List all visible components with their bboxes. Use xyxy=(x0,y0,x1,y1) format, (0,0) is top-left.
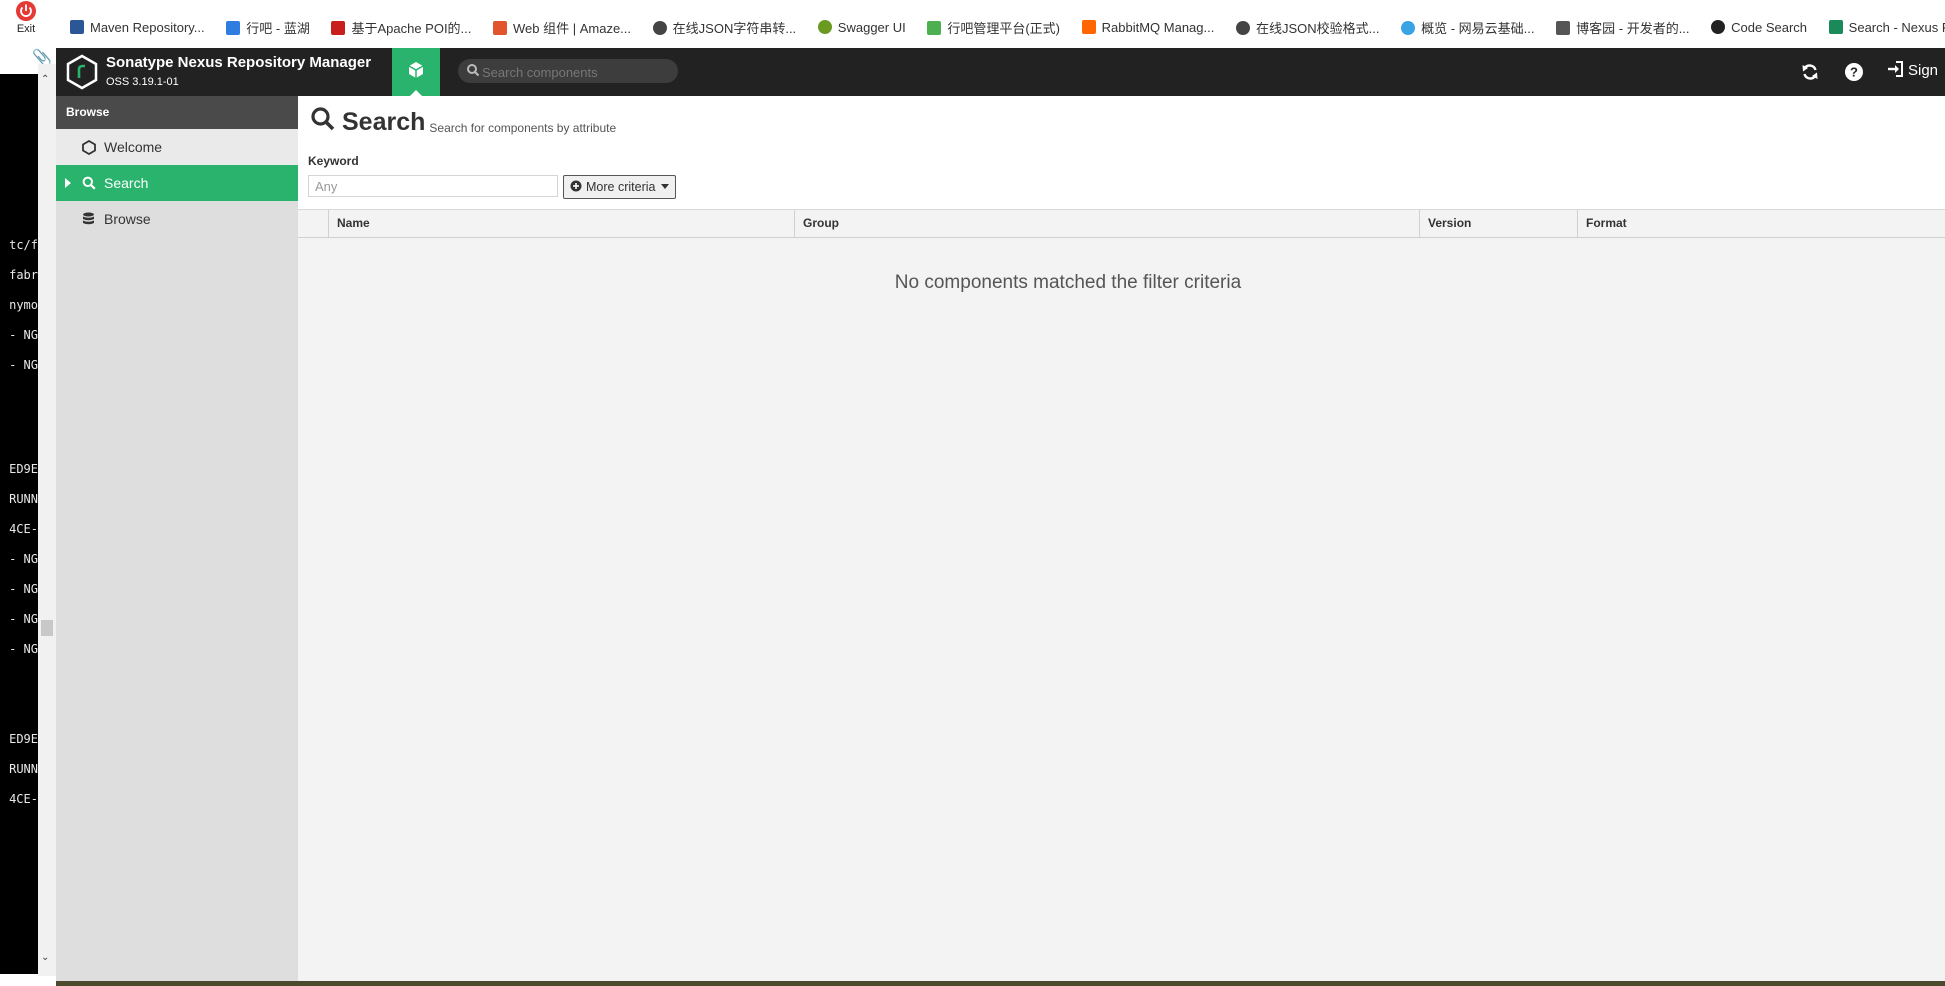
power-icon xyxy=(16,1,36,21)
bookmarks-bar: Maven Repository... 行吧 - 蓝湖 基于Apache POI… xyxy=(56,0,1945,49)
cloud-icon xyxy=(1401,21,1416,35)
bookmark-item[interactable]: Search - Nexus R... xyxy=(1828,20,1945,35)
nexus-icon xyxy=(1828,20,1843,34)
bookmark-item[interactable]: 博客园 - 开发者的... xyxy=(1556,18,1690,37)
scrollbar-thumb[interactable] xyxy=(41,620,53,636)
results-table-header: Name Group Version Format xyxy=(298,209,1945,238)
bookmark-item[interactable]: 行吧 - 蓝湖 xyxy=(226,18,310,37)
terminal-line: RUNN xyxy=(9,492,38,506)
keyword-label: Keyword xyxy=(308,154,359,168)
terminal-line: -4CE xyxy=(9,792,38,806)
csdn-icon xyxy=(331,21,346,35)
hexagon-icon xyxy=(82,140,96,155)
chevron-down-icon xyxy=(661,184,670,189)
terminal-line: NG - xyxy=(9,552,38,566)
terminal-scrollbar[interactable]: ⌃ ⌄ xyxy=(38,64,56,976)
terminal-line: NG - xyxy=(9,612,38,626)
left-app-strip: Exit 📎 tc/f fabr nymo NG - NG - ED9E RUN… xyxy=(0,0,56,986)
sign-in-label: Sign xyxy=(1908,62,1939,79)
exit-button[interactable]: Exit xyxy=(4,0,48,42)
keyword-input[interactable] xyxy=(308,175,558,197)
nexus-logo-icon[interactable] xyxy=(66,54,98,90)
app-header: Sonatype Nexus Repository Manager OSS 3.… xyxy=(56,48,1945,96)
bookmark-item[interactable]: 在线JSON字符串转... xyxy=(652,18,796,37)
sidebar-item-label: Search xyxy=(104,175,149,191)
amaze-icon xyxy=(493,21,508,35)
column-header-version[interactable]: Version xyxy=(1419,210,1577,237)
lanhu-icon xyxy=(226,21,241,35)
bookmark-item[interactable]: Web 组件 | Amaze... xyxy=(493,18,631,37)
bookmark-item[interactable]: 基于Apache POI的... xyxy=(331,18,471,37)
scroll-up-icon[interactable]: ⌃ xyxy=(41,74,49,85)
terminal-line: NG - xyxy=(9,582,38,596)
search-icon xyxy=(82,176,96,190)
bookmark-item[interactable]: Code Search xyxy=(1711,20,1807,35)
bookmark-item[interactable]: Maven Repository... xyxy=(70,20,205,35)
search-icon xyxy=(311,107,335,131)
terminal-line: ED9E xyxy=(9,462,38,476)
sidebar: Browse Welcome Search Browse xyxy=(56,96,298,986)
app-title: Sonatype Nexus Repository Manager xyxy=(106,54,372,71)
empty-results-message: No components matched the filter criteri… xyxy=(894,272,1242,293)
exit-label: Exit xyxy=(16,23,36,35)
admin-icon xyxy=(927,21,942,35)
search-icon xyxy=(467,64,480,77)
expand-triangle-icon[interactable] xyxy=(65,178,71,188)
terminal-panel: tc/f fabr nymo NG - NG - ED9E RUNN -4CE … xyxy=(0,74,38,974)
rabbitmq-icon xyxy=(1081,20,1096,34)
svg-text:?: ? xyxy=(1850,65,1858,80)
main-panel: Search Search for components by attribute… xyxy=(298,96,1945,986)
more-criteria-button[interactable]: More criteria xyxy=(563,175,677,199)
browse-mode-button[interactable] xyxy=(392,48,440,96)
search-input[interactable] xyxy=(480,62,674,82)
github-icon xyxy=(1711,20,1726,34)
sidebar-item-label: Browse xyxy=(104,211,151,227)
page-title-area: Search Search for components by attribute xyxy=(310,106,616,137)
terminal-line: RUNN xyxy=(9,762,38,776)
sidebar-item-browse[interactable]: Browse xyxy=(56,201,298,237)
bottom-edge xyxy=(56,981,1945,986)
column-header-format[interactable]: Format xyxy=(1577,210,1647,237)
terminal-line: fabr xyxy=(9,268,38,282)
bookmarks-row: Maven Repository... 行吧 - 蓝湖 基于Apache POI… xyxy=(70,18,1945,37)
terminal-line: NG - xyxy=(9,328,38,342)
scroll-down-icon[interactable]: ⌄ xyxy=(41,952,49,963)
terminal-line: -4CE xyxy=(9,522,38,536)
terminal-line: tc/f xyxy=(9,238,38,252)
bookmark-item[interactable]: 概览 - 网易云基础... xyxy=(1401,18,1535,37)
terminal-line: NG - xyxy=(9,642,38,656)
bookmark-item[interactable]: 行吧管理平台(正式) xyxy=(927,18,1060,37)
column-header-name[interactable]: Name xyxy=(328,210,794,237)
bookmark-item[interactable]: 在线JSON校验格式... xyxy=(1235,18,1380,37)
app-version: OSS 3.19.1-01 xyxy=(106,76,179,88)
page-subtitle: Search for components by attribute xyxy=(429,121,617,135)
search-criteria-panel: Search Search for components by attribute… xyxy=(298,96,1945,209)
terminal-line: ED9E xyxy=(9,732,38,746)
cnblogs-icon xyxy=(1556,21,1571,35)
component-search-box[interactable] xyxy=(458,59,678,83)
sidebar-item-welcome[interactable]: Welcome xyxy=(56,129,298,165)
cube-icon xyxy=(408,62,424,78)
bookmark-item[interactable]: RabbitMQ Manag... xyxy=(1081,20,1214,35)
terminal-line: NG - xyxy=(9,358,38,372)
refresh-icon[interactable] xyxy=(1800,62,1820,82)
database-icon xyxy=(83,212,94,225)
help-icon[interactable]: ? xyxy=(1844,62,1864,82)
more-criteria-label: More criteria xyxy=(586,180,656,194)
sign-in-icon xyxy=(1888,61,1903,77)
sidebar-heading: Browse xyxy=(56,96,298,129)
globe-icon xyxy=(1235,21,1250,35)
page-title: Search xyxy=(342,108,426,137)
column-header-group[interactable]: Group xyxy=(794,210,1419,237)
sign-in-button[interactable]: Sign xyxy=(1886,60,1938,79)
sidebar-item-label: Welcome xyxy=(104,139,163,155)
globe-icon xyxy=(652,21,667,35)
bookmark-item[interactable]: Swagger UI xyxy=(817,20,906,35)
terminal-line: nymo xyxy=(9,298,38,312)
plus-circle-icon xyxy=(570,180,582,192)
swagger-icon xyxy=(817,20,832,34)
maven-icon xyxy=(70,20,84,34)
sidebar-item-search[interactable]: Search xyxy=(56,165,298,201)
